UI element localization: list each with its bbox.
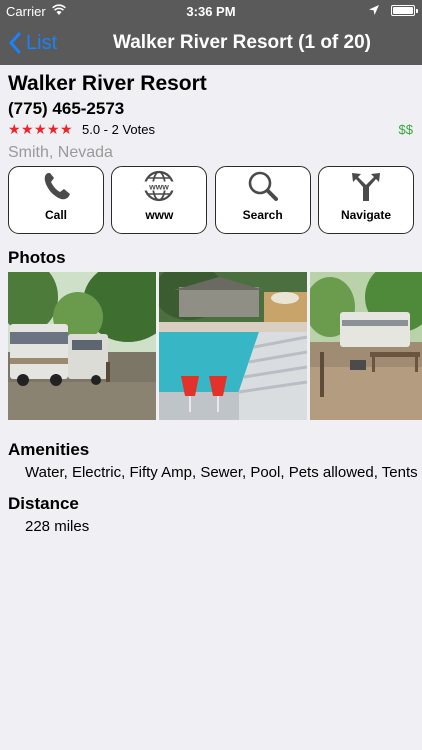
globe-icon: www (144, 170, 175, 202)
rating: ★ ★ ★ ★ ★ 5.0 - 2 Votes (8, 121, 155, 137)
rating-text: 5.0 - 2 Votes (82, 121, 155, 137)
page-title: Walker River Resort (1 of 20) (113, 32, 371, 53)
distance-value: 228 miles (25, 518, 90, 535)
amenities-list: Water, Electric, Fifty Amp, Sewer, Pool,… (25, 464, 418, 481)
star-icon: ★ (34, 121, 47, 137)
listing-location: Smith, Nevada (8, 144, 113, 161)
photos-heading: Photos (8, 248, 66, 267)
search-button[interactable]: Search (214, 166, 311, 234)
call-label: Call (44, 208, 67, 222)
star-rating: ★ ★ ★ ★ ★ (8, 122, 73, 136)
amenities-heading: Amenities (8, 440, 90, 459)
svg-text:www: www (148, 181, 169, 191)
photo-strip[interactable] (8, 272, 422, 420)
navigate-button[interactable]: Navigate (317, 166, 414, 234)
battery-icon (391, 5, 418, 16)
back-label: List (26, 31, 58, 54)
star-icon: ★ (8, 121, 21, 137)
chevron-left-icon (9, 32, 21, 54)
search-label: Search (242, 208, 283, 222)
listing-detail: Walker River Resort (775) 465-2573 ★ ★ ★… (0, 65, 422, 750)
phone-icon (44, 173, 70, 200)
distance-heading: Distance (8, 494, 79, 513)
listing-phone[interactable]: (775) 465-2573 (8, 99, 124, 119)
status-bar: Carrier 3:36 PM (0, 0, 422, 22)
magnifier-icon (248, 171, 278, 201)
listing-name: Walker River Resort (8, 72, 207, 95)
website-button[interactable]: www www (111, 166, 208, 234)
back-button[interactable]: List (8, 31, 57, 55)
photo-campground[interactable] (310, 272, 422, 420)
call-button[interactable]: Call (8, 166, 104, 234)
top-bar: Carrier 3:36 PM List Walker River Resort… (0, 0, 422, 65)
price-level: $$ (398, 122, 413, 137)
fork-arrow-icon (351, 173, 380, 201)
action-buttons: Call www www Search Navigate (8, 166, 414, 236)
website-label: www (145, 208, 174, 222)
navigate-label: Navigate (340, 208, 391, 222)
photo-pool[interactable] (159, 272, 307, 420)
photo-rv-campsite[interactable] (8, 272, 156, 420)
navigation-bar: List Walker River Resort (1 of 20) (0, 22, 422, 65)
location-arrow-icon (369, 5, 379, 15)
star-icon: ★ (47, 121, 60, 137)
clock: 3:36 PM (186, 4, 236, 19)
star-icon: ★ (21, 121, 34, 137)
star-icon: ★ (60, 121, 73, 137)
